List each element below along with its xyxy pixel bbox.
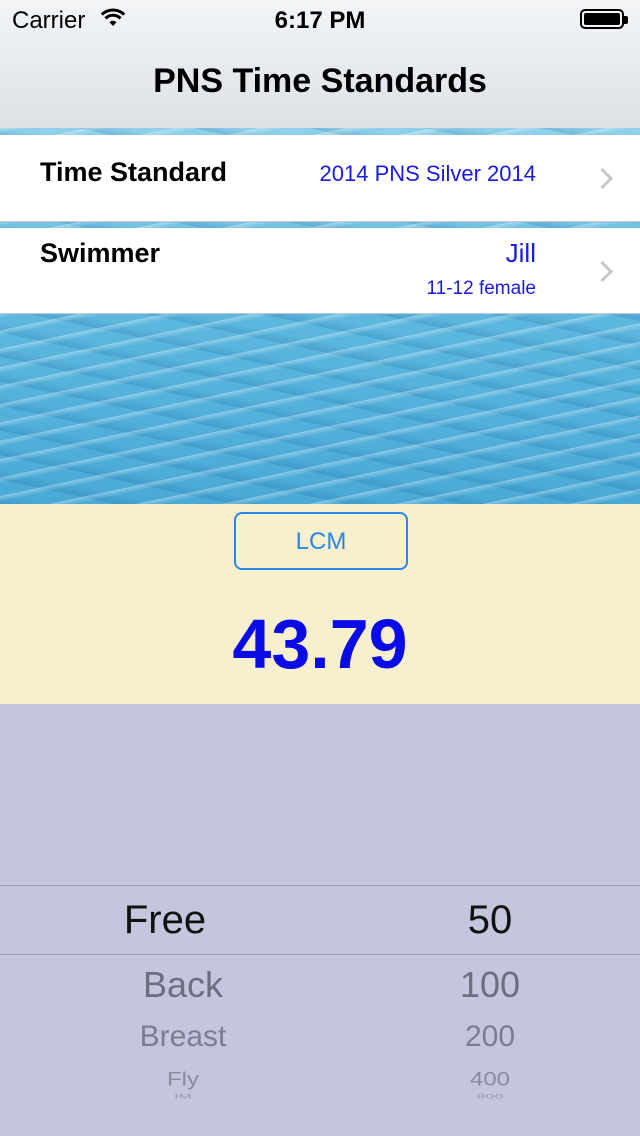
stroke-picker-column[interactable]: Free Back Breast Fly IM — [0, 704, 370, 1136]
result-panel: LCM 43.79 — [0, 504, 640, 704]
time-standard-value: 2014 PNS Silver 2014 — [319, 161, 536, 186]
stroke-option[interactable]: Free — [0, 898, 330, 943]
distance-option[interactable]: 50 — [370, 898, 610, 943]
course-toggle-button[interactable]: LCM — [234, 512, 408, 570]
swimmer-detail: 11-12 female — [426, 278, 537, 299]
swimmer-label: Swimmer — [40, 238, 161, 268]
battery-icon — [580, 9, 628, 29]
page-title: PNS Time Standards — [153, 62, 487, 100]
time-standard-row[interactable]: Time Standard 2014 PNS Silver 2014 — [0, 135, 640, 222]
chevron-right-icon — [591, 260, 614, 283]
swimmer-name: Jill — [505, 238, 536, 268]
event-picker[interactable]: Free Back Breast Fly IM 50 100 200 400 8… — [0, 704, 640, 1136]
chevron-right-icon — [591, 167, 614, 190]
clock-label: 6:17 PM — [274, 7, 366, 34]
standard-time-value: 43.79 — [232, 605, 408, 683]
distance-option[interactable]: 400 — [370, 1069, 610, 1091]
status-bar: Carrier 6:17 PM — [0, 0, 640, 40]
stroke-option[interactable]: Breast — [18, 1020, 348, 1054]
stroke-option[interactable]: Back — [18, 964, 348, 1006]
swimmer-row[interactable]: Swimmer Jill 11-12 female — [0, 228, 640, 314]
navigation-bar: Carrier 6:17 PM PNS Time Standards — [0, 0, 640, 129]
stroke-option[interactable]: Fly — [18, 1069, 348, 1091]
stroke-option[interactable]: IM — [18, 1093, 348, 1100]
time-standard-label: Time Standard — [40, 157, 228, 187]
distance-option[interactable]: 100 — [370, 964, 610, 1006]
distance-option[interactable]: 800 — [370, 1093, 610, 1100]
distance-option[interactable]: 200 — [370, 1020, 610, 1054]
distance-picker-column[interactable]: 50 100 200 400 800 — [370, 704, 640, 1136]
